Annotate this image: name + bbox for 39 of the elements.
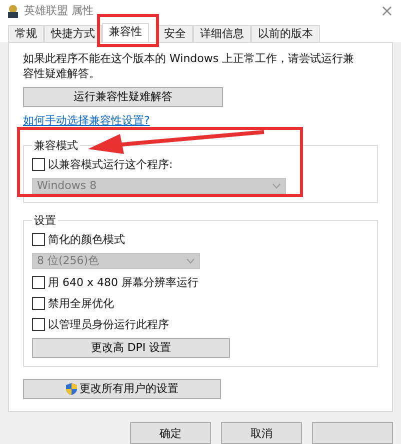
checkbox-box[interactable] [32,318,45,331]
checkbox-label: 禁用全屏优化 [48,296,114,311]
tab[interactable]: 详细信息 [193,24,251,42]
checkbox-box[interactable] [32,276,45,289]
intro-text: 如果此程序不能在这个版本的 Windows 上正常工作，请尝试运行兼容性疑难解答。 [23,50,356,81]
all-users-button[interactable]: 更改所有用户的设置 [23,378,221,399]
button-label: 更改所有用户的设置 [80,381,178,396]
tab[interactable]: 快捷方式 [44,24,102,42]
group-title: 兼容模式 [33,138,79,153]
checkbox-label: 简化的颜色模式 [48,232,125,247]
checkbox[interactable]: 用 640 x 480 屏幕分辨率运行 [32,274,369,290]
checkbox-box[interactable] [32,232,45,246]
checkbox[interactable]: 简化的颜色模式 [32,232,369,247]
help-link[interactable]: 如何手动选择兼容性设置? [23,114,150,127]
chevron-icon [186,258,195,264]
checkbox-label: 以兼容模式运行这个程序: [48,156,173,172]
checkbox-box[interactable] [32,158,45,171]
close-button[interactable]: × [379,1,395,20]
checkbox[interactable]: 禁用全屏优化 [32,296,369,311]
dialog-button[interactable]: 确定 [130,422,211,444]
checkbox-box[interactable] [32,296,45,310]
checkbox[interactable]: 以兼容模式运行这个程序: [32,156,369,172]
dialog-button[interactable]: 取消 [221,422,302,444]
troubleshoot-button[interactable]: 运行兼容性疑难解答 [23,86,223,107]
tab[interactable]: 以前的版本 [251,24,320,42]
window-title: 英雄联盟 属性 [24,3,94,18]
chevron-icon [272,182,281,189]
dropdown-value: 8 位(256)色 [37,253,100,268]
app-icon [6,4,20,18]
tab[interactable]: 兼容性 [102,22,149,43]
dropdown-value: Windows 8 [37,179,97,192]
group-title: 设置 [33,212,57,228]
checkbox-label: 用 640 x 480 屏幕分辨率运行 [48,274,198,290]
tab[interactable]: 安全 [157,24,193,42]
tab[interactable]: 常规 [8,24,44,42]
checkbox-label: 以管理员身份运行此程序 [48,316,169,332]
shield-icon [66,382,76,395]
checkbox[interactable]: 以管理员身份运行此程序 [32,316,369,332]
dpi-settings-button[interactable]: 更改高 DPI 设置 [32,338,230,358]
